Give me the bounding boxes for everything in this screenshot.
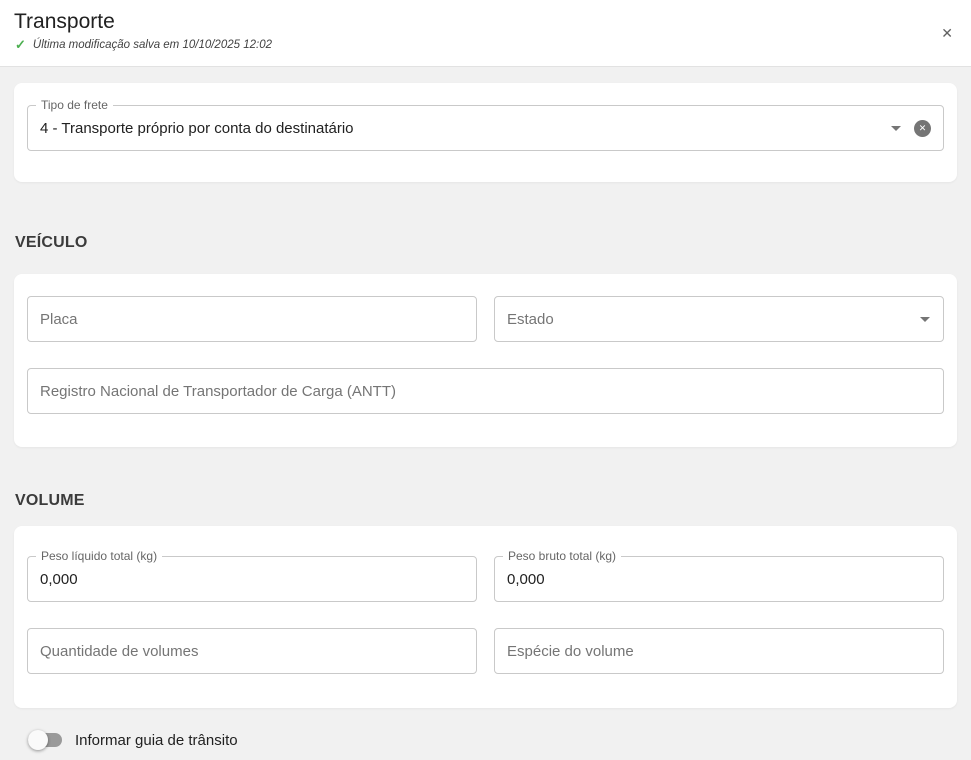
freight-type-controls: ✕ xyxy=(891,120,931,137)
chevron-down-icon[interactable] xyxy=(891,126,901,131)
freight-type-value: 4 - Transporte próprio por conta do dest… xyxy=(40,120,883,137)
transit-toggle[interactable] xyxy=(28,730,62,750)
volume-row-1: Peso líquido total (kg) Peso bruto total… xyxy=(27,556,944,602)
transit-toggle-label: Informar guia de trânsito xyxy=(75,732,238,749)
transit-toggle-row[interactable]: Informar guia de trânsito xyxy=(28,730,957,750)
transport-form: Tipo de frete 4 - Transporte próprio por… xyxy=(0,67,971,750)
peso-bruto-label: Peso bruto total (kg) xyxy=(503,549,621,563)
dialog-header: Transporte ✓ Última modificação salva em… xyxy=(0,0,971,67)
check-icon: ✓ xyxy=(15,38,26,51)
save-status: ✓ Última modificação salva em 10/10/2025… xyxy=(14,38,957,51)
close-icon[interactable]: ✕ xyxy=(939,24,955,42)
vehicle-row-1 xyxy=(27,296,944,342)
vehicle-row-2 xyxy=(27,368,944,414)
save-status-text: Última modificação salva em 10/10/2025 1… xyxy=(33,39,272,51)
freight-type-select[interactable]: Tipo de frete 4 - Transporte próprio por… xyxy=(27,105,944,151)
peso-liquido-field: Peso líquido total (kg) xyxy=(27,556,477,602)
freight-card: Tipo de frete 4 - Transporte próprio por… xyxy=(14,83,957,182)
volume-section-heading: VOLUME xyxy=(15,492,957,510)
antt-input[interactable] xyxy=(40,383,931,400)
peso-liquido-label: Peso líquido total (kg) xyxy=(36,549,162,563)
estado-input[interactable] xyxy=(507,311,931,328)
chevron-down-icon xyxy=(920,317,930,322)
quantidade-input[interactable] xyxy=(40,643,464,660)
volume-card: Peso líquido total (kg) Peso bruto total… xyxy=(14,526,957,708)
vehicle-card xyxy=(14,274,957,447)
especie-field xyxy=(494,628,944,674)
peso-liquido-input[interactable] xyxy=(40,571,464,588)
clear-icon[interactable]: ✕ xyxy=(914,120,931,137)
placa-input[interactable] xyxy=(40,311,464,328)
freight-type-label: Tipo de frete xyxy=(36,98,113,112)
vehicle-section-heading: VEÍCULO xyxy=(15,234,957,252)
volume-row-2 xyxy=(27,628,944,674)
peso-bruto-field: Peso bruto total (kg) xyxy=(494,556,944,602)
placa-field xyxy=(27,296,477,342)
especie-input[interactable] xyxy=(507,643,931,660)
toggle-thumb xyxy=(28,730,48,750)
peso-bruto-input[interactable] xyxy=(507,571,931,588)
estado-select[interactable] xyxy=(494,296,944,342)
antt-field xyxy=(27,368,944,414)
quantidade-field xyxy=(27,628,477,674)
page-title: Transporte xyxy=(14,9,957,35)
